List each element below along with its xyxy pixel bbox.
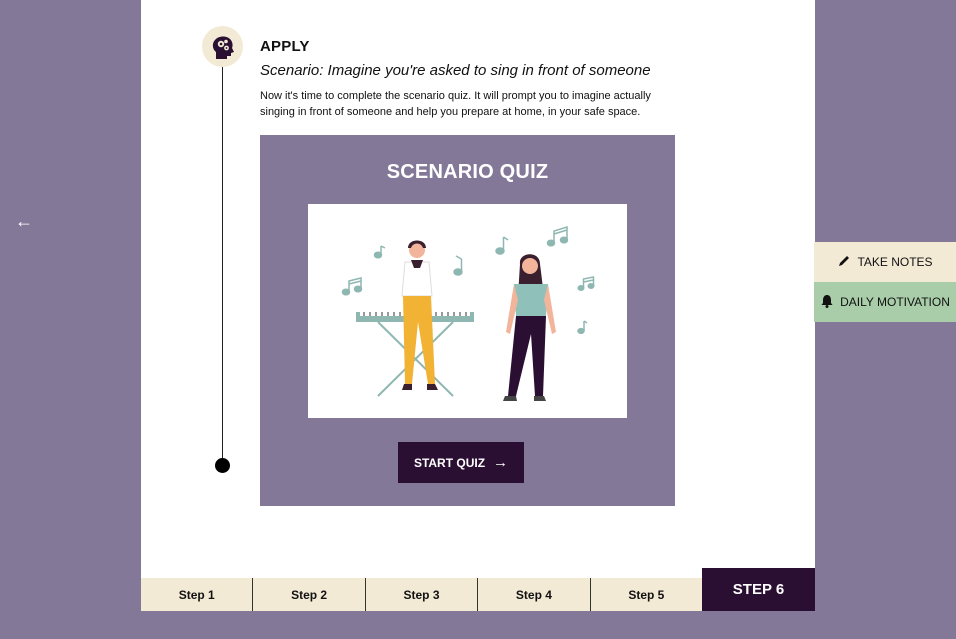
step-4-tab[interactable]: Step 4 [478,578,591,611]
lesson-description: Now it's time to complete the scenario q… [260,90,651,118]
step-navigation: Step 1 Step 2 Step 3 Step 4 Step 5 [141,578,703,611]
quiz-title: SCENARIO QUIZ [386,161,549,183]
music-notes-icon [546,225,569,247]
step-6-tab-active[interactable]: STEP 6 [702,568,815,611]
bell-icon [820,294,834,311]
music-notes-icon [341,277,363,296]
music-note-icon [495,236,509,255]
step-1-tab[interactable]: Step 1 [141,578,254,611]
timeline-end-dot [215,458,230,473]
pencil-icon [837,254,851,271]
music-note-icon [577,320,588,335]
music-note-icon [453,255,463,276]
step-3-tab[interactable]: Step 3 [365,578,479,611]
section-title: APPLY [260,38,310,55]
scenario-subtitle: Scenario: Imagine you're asked to sing i… [260,62,651,79]
singer-figure [503,254,556,401]
lesson-panel: APPLY Scenario: Imagine you're asked to … [141,0,815,611]
back-arrow-icon[interactable]: ← [14,211,34,231]
daily-motivation-label: DAILY MOTIVATION [840,295,950,309]
take-notes-label: TAKE NOTES [857,255,933,269]
music-note-icon [373,245,386,259]
daily-motivation-button[interactable]: DAILY MOTIVATION [814,282,956,322]
start-quiz-button[interactable]: START QUIZ → [398,442,524,483]
arrow-right-icon: → [493,454,509,471]
scenario-quiz-card: SCENARIO QUIZ START QUIZ → [260,135,675,506]
singing-illustration [308,204,627,418]
timeline-line [222,40,223,466]
step-5-tab[interactable]: Step 5 [590,578,703,611]
start-quiz-label: START QUIZ [413,455,486,470]
take-notes-button[interactable]: TAKE NOTES [814,242,956,282]
music-notes-icon [577,276,595,291]
step-2-tab[interactable]: Step 2 [253,578,366,611]
head-gears-icon [202,26,243,67]
keyboard-player-figure [356,240,474,397]
